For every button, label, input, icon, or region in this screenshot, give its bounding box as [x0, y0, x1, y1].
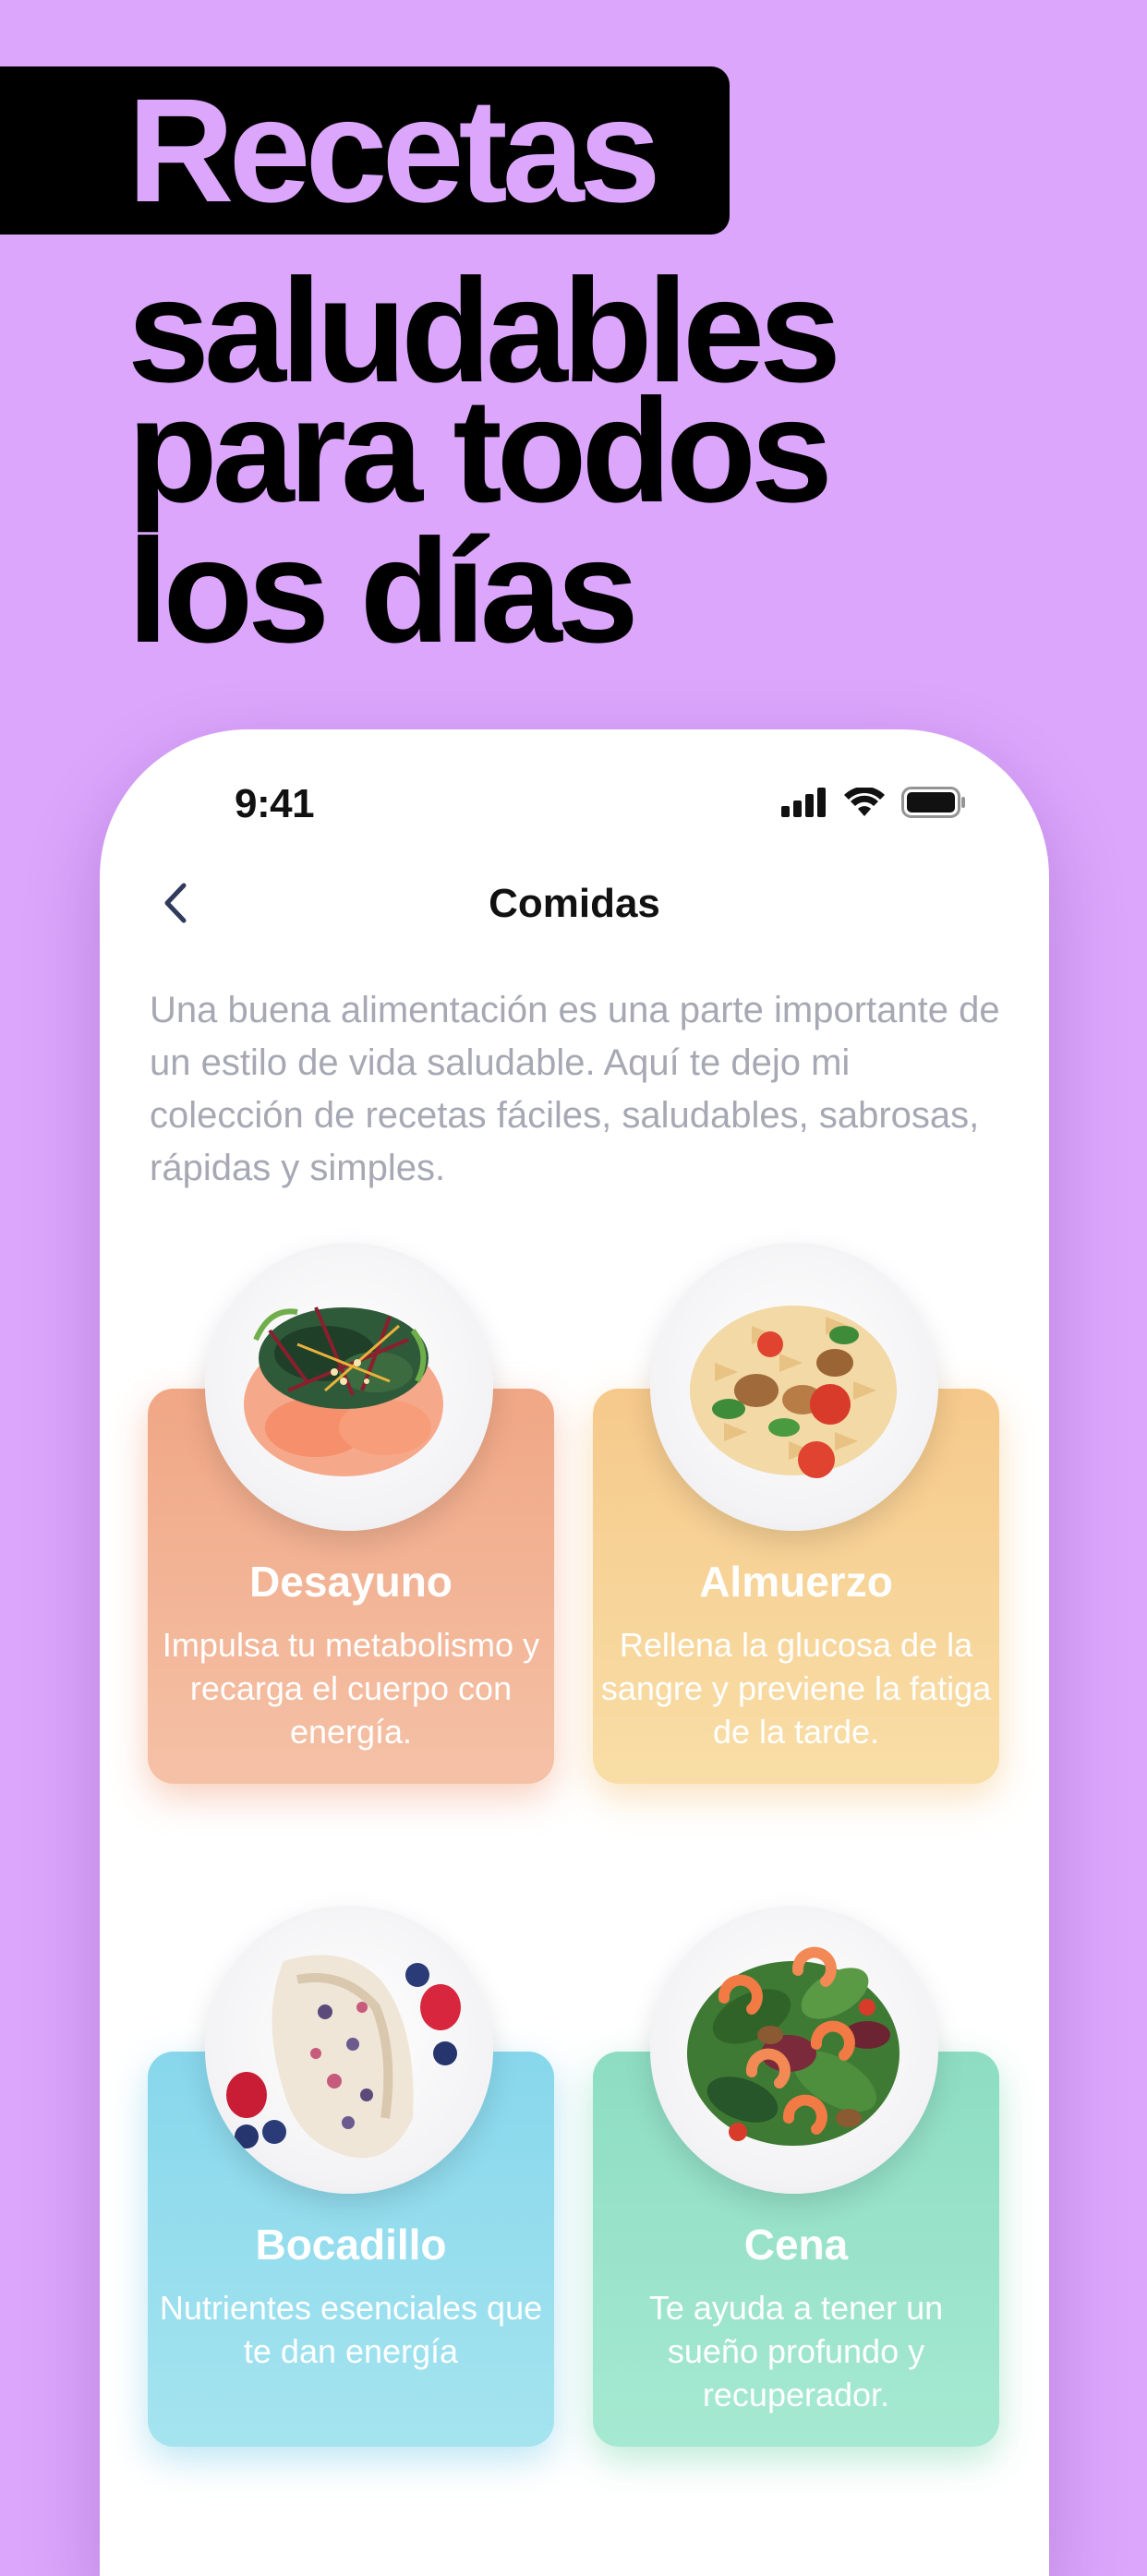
meal-title: Desayuno — [249, 1558, 453, 1606]
status-time: 9:41 — [235, 781, 315, 826]
status-bar: 9:41 — [100, 729, 1049, 840]
headline-highlight-text: Recetas — [127, 67, 661, 233]
meal-card-cena[interactable]: Cena Te ayuda a tener un sueño profundo … — [593, 1906, 999, 2447]
page-title: Comidas — [489, 881, 660, 926]
headline-line-3: los días — [127, 508, 639, 673]
meal-description: Nutrientes esenciales que te dan energía — [159, 2289, 543, 2370]
meal-card-bocadillo[interactable]: Bocadillo Nutrientes esenciales que te d… — [148, 1906, 554, 2447]
meal-description: Rellena la glucosa de la sangre y previe… — [600, 1626, 992, 1751]
salmon-poke-image — [205, 1243, 493, 1531]
meal-description: Impulsa tu metabolismo y recarga el cuer… — [162, 1626, 540, 1751]
meal-title: Bocadillo — [255, 2221, 447, 2269]
navigation-bar: Comidas — [100, 859, 1049, 951]
intro-text: Una buena alimentación es una parte impo… — [150, 990, 1000, 1188]
meal-card-almuerzo[interactable]: Almuerzo Rellena la glucosa de la sangre… — [593, 1243, 999, 1784]
meal-title: Cena — [743, 2221, 849, 2269]
meal-title: Almuerzo — [699, 1558, 893, 1606]
farfalle-pasta-image — [650, 1243, 938, 1531]
shrimp-salad-image — [650, 1906, 938, 2194]
berry-roll-image — [205, 1906, 493, 2194]
headline-line-2: para todos — [127, 367, 833, 533]
cellular-signal-icon — [781, 788, 827, 822]
meal-description: Te ayuda a tener un sueño profundo y rec… — [648, 2289, 944, 2413]
wifi-icon — [844, 786, 885, 822]
battery-icon — [901, 787, 966, 823]
meal-card-desayuno[interactable]: Desayuno Impulsa tu metabolismo y recarg… — [148, 1243, 554, 1784]
phone-screen: 9:41 Comidas Una buena alimentación es u… — [100, 729, 1049, 2576]
status-icons — [781, 786, 966, 823]
